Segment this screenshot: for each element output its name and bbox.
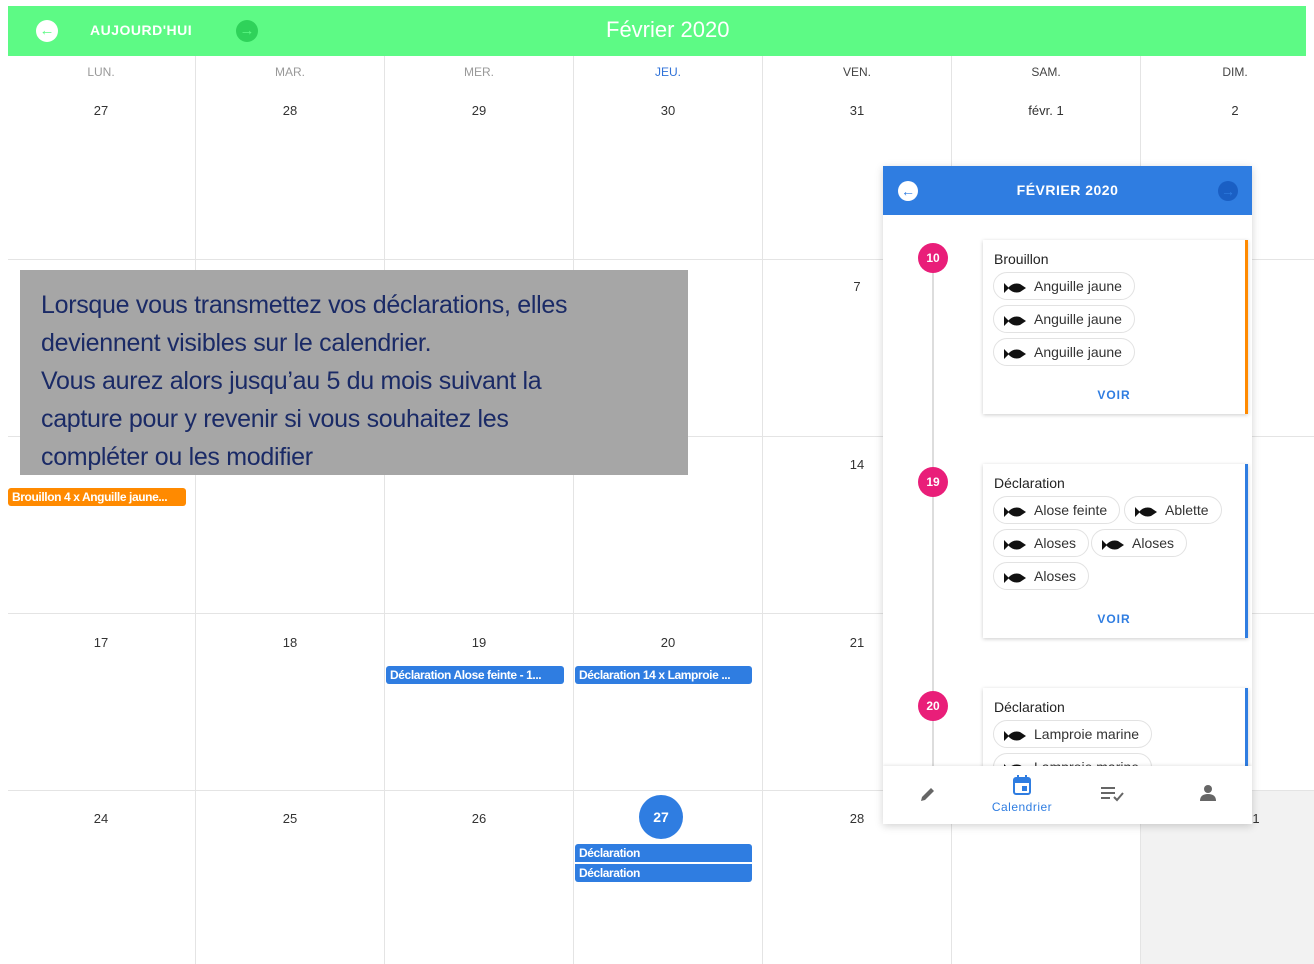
fish-icon bbox=[1004, 573, 1026, 583]
today-date-badge[interactable]: 27 bbox=[639, 795, 683, 839]
day-number[interactable]: 20 bbox=[661, 635, 675, 650]
overlay-line: compléter ou les modifier bbox=[41, 443, 313, 471]
weekday-fri: VEN. bbox=[842, 65, 872, 79]
chip-label: Anguille jaune bbox=[1034, 311, 1122, 327]
day-number[interactable]: 25 bbox=[283, 811, 297, 826]
today-button[interactable]: AUJOURD'HUI bbox=[90, 22, 192, 38]
species-chip[interactable]: Anguille jaune bbox=[993, 272, 1135, 300]
chip-label: Ablette bbox=[1165, 502, 1209, 518]
day-number[interactable]: 1 bbox=[1252, 811, 1259, 826]
overlay-line: capture pour y revenir si vous souhaitez… bbox=[41, 405, 509, 433]
day-number[interactable]: 30 bbox=[661, 103, 675, 118]
weekday-sun: DIM. bbox=[1222, 65, 1248, 79]
voir-button[interactable]: VOIR bbox=[983, 612, 1245, 626]
calendar-event[interactable]: Déclaration bbox=[575, 844, 752, 862]
entry-title: Brouillon bbox=[994, 251, 1049, 267]
species-chip[interactable]: Aloses bbox=[1091, 529, 1188, 557]
day-number[interactable]: 29 bbox=[472, 103, 486, 118]
info-overlay: Lorsque vous transmettez vos déclaration… bbox=[20, 270, 688, 475]
day-number[interactable]: 2 bbox=[1231, 103, 1238, 118]
day-number[interactable]: févr. 1 bbox=[1028, 103, 1063, 118]
nav-label-calendar: Calendrier bbox=[991, 800, 1053, 814]
species-chip[interactable]: Anguille jaune bbox=[993, 305, 1135, 333]
weekday-tue: MAR. bbox=[275, 65, 305, 79]
previous-month-icon[interactable]: ← bbox=[36, 20, 58, 42]
entry-title: Déclaration bbox=[994, 699, 1065, 715]
species-chip[interactable]: Anguille jaune bbox=[993, 338, 1135, 366]
overlay-line: Vous aurez alors jusqu’au 5 du mois suiv… bbox=[41, 367, 542, 395]
day-number[interactable]: 21 bbox=[850, 635, 864, 650]
calendar-event[interactable]: Brouillon 4 x Anguille jaune... bbox=[8, 488, 186, 506]
fish-icon bbox=[1004, 349, 1026, 359]
day-number[interactable]: 27 bbox=[94, 103, 108, 118]
chip-label: Anguille jaune bbox=[1034, 344, 1122, 360]
weekday-thu: JEU. bbox=[654, 65, 682, 79]
day-number[interactable]: 31 bbox=[850, 103, 864, 118]
checklist-icon bbox=[1101, 787, 1124, 802]
chip-label: Anguille jaune bbox=[1034, 278, 1122, 294]
entry-title: Déclaration bbox=[994, 475, 1065, 491]
chip-label: Aloses bbox=[1034, 535, 1077, 551]
chip-label: Aloses bbox=[1132, 535, 1175, 551]
species-chip[interactable]: Aloses bbox=[993, 529, 1090, 557]
panel-title: FÉVRIER 2020 bbox=[1016, 182, 1119, 198]
weekday-wed: MER. bbox=[464, 65, 494, 79]
declarations-panel: ← FÉVRIER 2020 → 10 Brouillon Anguille j… bbox=[883, 166, 1252, 824]
day-number[interactable]: 26 bbox=[472, 811, 486, 826]
panel-header: ← FÉVRIER 2020 → bbox=[883, 166, 1252, 215]
weekday-mon: LUN. bbox=[87, 65, 115, 79]
nav-item-list[interactable] bbox=[1093, 766, 1133, 824]
day-number[interactable]: 18 bbox=[283, 635, 297, 650]
day-number[interactable]: 19 bbox=[472, 635, 486, 650]
calendar-event[interactable]: Déclaration Alose feinte - 1... bbox=[386, 666, 564, 684]
fish-icon bbox=[1135, 507, 1157, 517]
day-number[interactable]: 28 bbox=[850, 811, 864, 826]
nav-item-edit[interactable] bbox=[908, 766, 948, 824]
panel-next-icon[interactable]: → bbox=[1218, 181, 1238, 201]
species-chip[interactable]: Ablette bbox=[1124, 496, 1222, 524]
day-number[interactable]: 28 bbox=[283, 103, 297, 118]
nav-item-profile[interactable] bbox=[1188, 766, 1228, 824]
fish-icon bbox=[1102, 540, 1124, 550]
calendar-icon bbox=[1013, 775, 1031, 795]
species-chip[interactable]: Lamproie marine bbox=[993, 720, 1153, 748]
fish-icon bbox=[1004, 316, 1026, 326]
fish-icon bbox=[1004, 283, 1026, 293]
entry-card: Déclaration Alose feinte Ablette Aloses … bbox=[983, 464, 1248, 638]
fish-icon bbox=[1004, 540, 1026, 550]
species-chip[interactable]: Aloses bbox=[993, 562, 1090, 590]
day-number[interactable]: 14 bbox=[850, 457, 864, 472]
entry-day-badge: 19 bbox=[918, 467, 948, 497]
nav-item-calendar[interactable]: Calendrier bbox=[983, 766, 1061, 824]
pencil-icon bbox=[921, 788, 934, 801]
calendar-event[interactable]: Déclaration bbox=[575, 864, 752, 882]
species-chip[interactable]: Alose feinte bbox=[993, 496, 1121, 524]
calendar-toolbar: ← AUJOURD'HUI → Février 2020 bbox=[8, 6, 1306, 56]
chip-label: Aloses bbox=[1034, 568, 1077, 584]
bottom-navigation: Calendrier bbox=[883, 766, 1252, 824]
entry-day-badge: 20 bbox=[918, 691, 948, 721]
day-number[interactable]: 24 bbox=[94, 811, 108, 826]
entry-day-badge: 10 bbox=[918, 243, 948, 273]
overlay-line: Lorsque vous transmettez vos déclaration… bbox=[41, 291, 568, 319]
entry-card: Brouillon Anguille jaune Anguille jaune … bbox=[983, 240, 1248, 414]
person-icon bbox=[1200, 785, 1216, 801]
month-title: Février 2020 bbox=[606, 17, 730, 42]
day-number[interactable]: 7 bbox=[853, 279, 860, 294]
next-month-icon[interactable]: → bbox=[236, 20, 258, 42]
fish-icon bbox=[1004, 731, 1026, 741]
day-number[interactable]: 17 bbox=[94, 635, 108, 650]
fish-icon bbox=[1004, 507, 1026, 517]
overlay-line: deviennent visibles sur le calendrier. bbox=[41, 329, 432, 357]
chip-label: Alose feinte bbox=[1034, 502, 1108, 518]
voir-button[interactable]: VOIR bbox=[983, 388, 1245, 402]
chip-label: Lamproie marine bbox=[1034, 726, 1140, 742]
calendar-event[interactable]: Déclaration 14 x Lamproie ... bbox=[575, 666, 752, 684]
weekday-sat: SAM. bbox=[1031, 65, 1061, 79]
